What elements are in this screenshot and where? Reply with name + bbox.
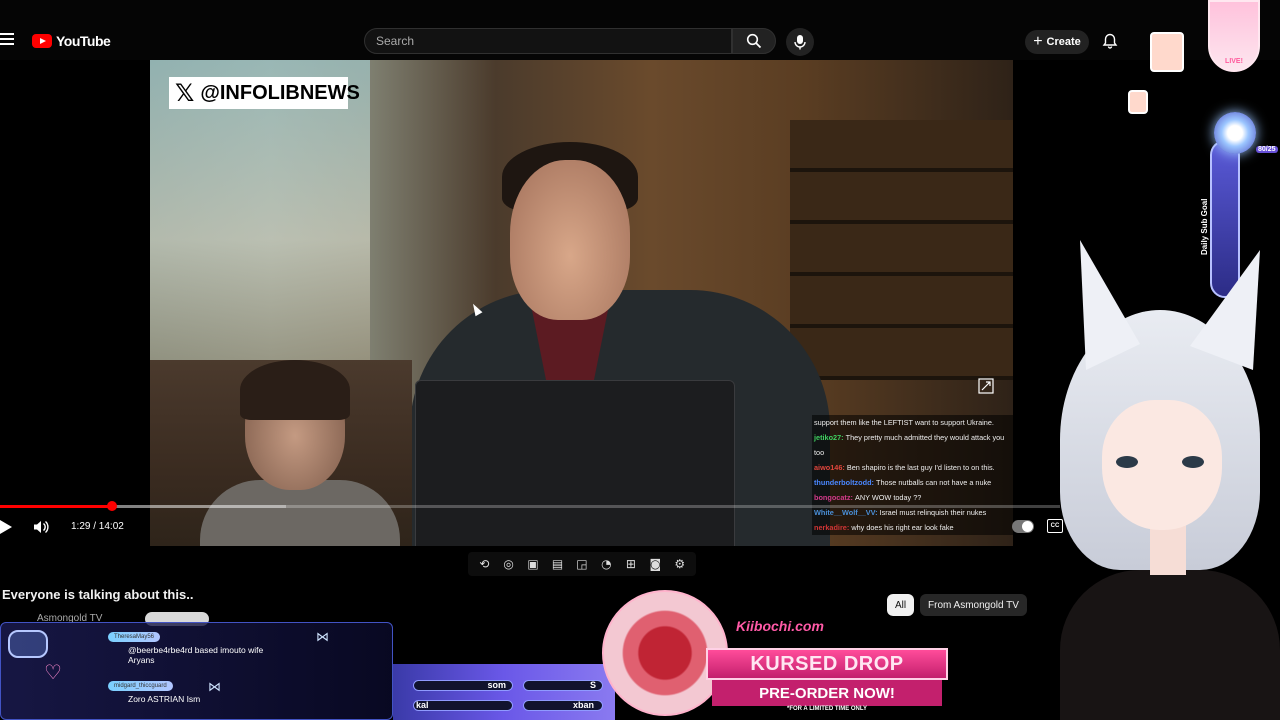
- decor-card: [1128, 90, 1148, 114]
- extension-toolbar: ⟲ ◎ ▣ ▤ ◲ ◔ ⊞ ◙ ⚙: [468, 552, 696, 576]
- expand-icon[interactable]: [978, 378, 994, 394]
- search-box: [364, 28, 732, 54]
- stream-chat-message: TheresaMay56 @beerbe4rbe4rd based imouto…: [92, 630, 263, 665]
- x-logo-icon: 𝕏: [175, 79, 195, 107]
- volume-icon[interactable]: [32, 518, 50, 536]
- live-label: LIVE!: [1225, 58, 1243, 65]
- decor-card: [1150, 32, 1184, 72]
- streamer-webcam: [150, 360, 412, 546]
- goal-bar: kal: [413, 700, 513, 711]
- youtube-logo-icon: [32, 34, 52, 48]
- play-icon: [0, 520, 12, 534]
- played-bar: [0, 505, 113, 508]
- chat-username-tag: midgard_thiccguard: [108, 681, 173, 691]
- overlay-chat-text: Ben shapiro is the last guy I'd listen t…: [846, 463, 995, 472]
- voice-search-button[interactable]: [786, 28, 814, 56]
- goal-bar: xban: [523, 700, 603, 711]
- overlay-chat-line: bongocatz: ANY WOW today ??: [814, 490, 1011, 505]
- gear-icon[interactable]: ⚙: [671, 555, 689, 573]
- promo-title: KURSED DROP: [706, 648, 948, 680]
- overlay-chat-text: why does his right ear look fake: [851, 523, 954, 532]
- laptop: [415, 380, 735, 546]
- overlay-chat-line: nerkadire: why does his right ear look f…: [814, 520, 1011, 535]
- time-display: 1:29 / 14:02: [71, 521, 124, 532]
- chat-message-text: Aryans: [128, 655, 155, 665]
- chat-message-text: Zoro ASTRIAN Ism: [128, 694, 201, 704]
- overlay-chat-username: nerkadire:: [814, 523, 852, 532]
- promo-note: *FOR A LIMITED TIME ONLY: [786, 706, 867, 712]
- bow-icon: ⋈: [208, 680, 221, 695]
- watermark-badge: 𝕏 @INFOLIBNEWS: [169, 77, 360, 109]
- overlay-chat-username: White__Wolf__VV:: [814, 508, 880, 517]
- broadcast-icon[interactable]: ◎: [500, 555, 518, 573]
- overlay-chat-username: thunderboltzodd:: [814, 478, 877, 487]
- add-box-icon[interactable]: ⊞: [622, 555, 640, 573]
- overlay-chat-text: Israel must relinquish their nukes: [879, 508, 987, 517]
- watermark-text: @INFOLIBNEWS: [200, 81, 360, 104]
- promo-subtitle: PRE-ORDER NOW!: [712, 680, 942, 706]
- top-bar: YouTube + Create: [0, 0, 1280, 60]
- heart-icon: ♡: [44, 660, 62, 684]
- clapper-icon[interactable]: ▤: [549, 555, 567, 573]
- overlay-chat-line: jetiko27: They pretty much admitted they…: [814, 430, 1011, 460]
- speed-icon[interactable]: ◔: [597, 555, 615, 573]
- overlay-chat-line: support them like the LEFTIST want to su…: [814, 415, 1011, 430]
- promo-brand: Kiibochi.com: [736, 618, 824, 634]
- create-label: Create: [1046, 36, 1081, 48]
- goal-bar: S: [523, 680, 603, 691]
- autoplay-toggle[interactable]: [1012, 520, 1034, 533]
- overlay-chat-text: Those nutballs can not have a nuke: [876, 478, 992, 487]
- camera-icon[interactable]: ◙: [646, 555, 664, 573]
- chat-username-tag: TheresaMay56: [108, 632, 161, 642]
- play-button[interactable]: [0, 519, 14, 535]
- search-button[interactable]: [732, 28, 776, 54]
- live-badge: LIVE!: [1208, 0, 1260, 72]
- overlay-chat-text: ANY WOW today ??: [854, 493, 922, 502]
- youtube-logo[interactable]: YouTube: [32, 33, 111, 49]
- bow-icon: ⋈: [316, 630, 329, 645]
- goal-count: 80/25: [1256, 146, 1278, 153]
- resize-icon[interactable]: ◲: [573, 555, 591, 573]
- progress-thumb[interactable]: [107, 501, 118, 511]
- mic-icon: [794, 35, 806, 50]
- goal-bars-panel: som S kal xban: [393, 664, 615, 720]
- video-player[interactable]: 𝕏 @INFOLIBNEWS support them like the LEF…: [150, 60, 1013, 546]
- progress-bar[interactable]: [0, 501, 1060, 511]
- overlay-chat-username: aiwo146:: [814, 463, 847, 472]
- chat-message-text: @beerbe4rbe4rd based imouto wife: [128, 645, 264, 655]
- overlay-chat-line: aiwo146: Ben shapiro is the last guy I'd…: [814, 460, 1011, 475]
- loop-icon[interactable]: ⟲: [475, 555, 493, 573]
- bell-icon[interactable]: [1102, 33, 1118, 49]
- search-input[interactable]: [365, 29, 731, 53]
- tv-icon[interactable]: ▣: [524, 555, 542, 573]
- overlay-chat-line: thunderboltzodd: Those nutballs can not …: [814, 475, 1011, 490]
- overlay-chat-text: support them like the LEFTIST want to su…: [814, 418, 994, 427]
- vtuber-avatar: [1040, 240, 1280, 720]
- plus-icon: +: [1033, 33, 1043, 50]
- overlay-chat-username: bongocatz:: [814, 493, 855, 502]
- overlay-chat-username: jetiko27:: [814, 433, 846, 442]
- goal-bar: som: [413, 680, 513, 691]
- overlay-chat: support them like the LEFTIST want to su…: [812, 415, 1013, 535]
- promo-banner: Kiibochi.com KURSED DROP PRE-ORDER NOW! …: [706, 612, 948, 720]
- gift-icon: [8, 630, 48, 658]
- menu-icon[interactable]: [0, 33, 16, 49]
- create-button[interactable]: + Create: [1025, 30, 1089, 54]
- video-title: Everyone is talking about this..: [2, 587, 194, 602]
- goal-orb: [1214, 112, 1256, 154]
- stream-chat-message: midgard_thiccguard Zoro ASTRIAN Ism: [92, 679, 200, 704]
- search-icon: [746, 33, 762, 49]
- logo-text: YouTube: [56, 33, 111, 49]
